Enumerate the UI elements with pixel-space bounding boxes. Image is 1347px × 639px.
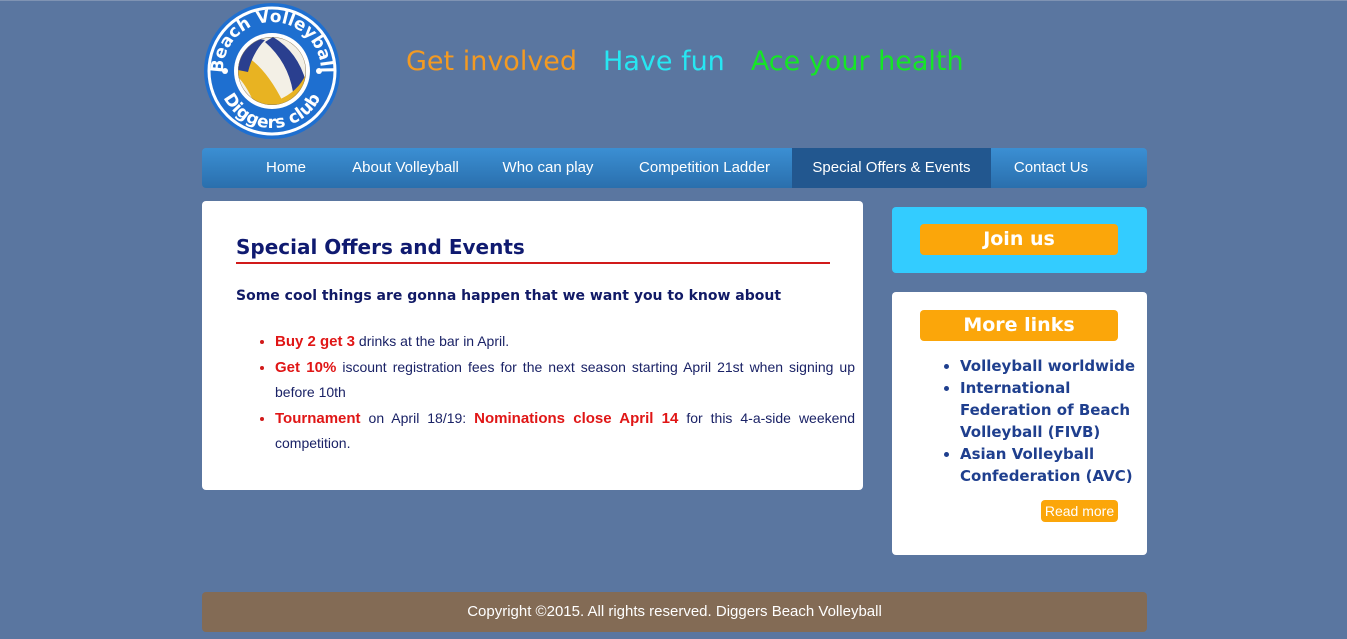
nav-contact-us[interactable]: Contact Us bbox=[1002, 148, 1100, 188]
offer-text: iscount registration fees for the next s… bbox=[275, 358, 855, 401]
more-links-box: More links Volleyball worldwide Internat… bbox=[892, 292, 1147, 555]
slogans: Get involved Have fun Ace your health bbox=[406, 46, 990, 86]
link-avc[interactable]: Asian Volleyball Confederation (AVC) bbox=[960, 443, 1160, 487]
offer-highlight: Get 10% bbox=[275, 358, 337, 376]
offers-list: Buy 2 get 3 drinks at the bar in April. … bbox=[250, 329, 855, 457]
links-list: Volleyball worldwide International Feder… bbox=[940, 355, 1160, 487]
nav-special-offers-events[interactable]: Special Offers & Events bbox=[792, 148, 991, 188]
slogan-have-fun: Have fun bbox=[603, 46, 725, 77]
join-box: Join us bbox=[892, 207, 1147, 273]
main-content-panel: Special Offers and Events Some cool thin… bbox=[202, 201, 863, 490]
link-volleyball-worldwide[interactable]: Volleyball worldwide bbox=[960, 355, 1160, 377]
nav-competition-ladder[interactable]: Competition Ladder bbox=[627, 148, 782, 188]
nav-about-volleyball[interactable]: About Volleyball bbox=[343, 148, 468, 188]
offer-highlight: Buy 2 get 3 bbox=[275, 333, 356, 350]
offer-text: drinks at the bar in April. bbox=[355, 333, 510, 349]
club-logo[interactable]: Beach Volleyball Diggers club bbox=[203, 2, 341, 140]
more-links-heading: More links bbox=[920, 310, 1118, 341]
offer-text: on April 18/19: bbox=[360, 409, 475, 426]
list-item: Tournament on April 18/19: Nominations c… bbox=[275, 406, 855, 457]
page-title: Special Offers and Events bbox=[236, 235, 830, 264]
nav-home[interactable]: Home bbox=[250, 148, 322, 188]
main-nav: Home About Volleyball Who can play Compe… bbox=[202, 148, 1147, 188]
footer: Copyright ©2015. All rights reserved. Di… bbox=[202, 592, 1147, 632]
copyright-text: Copyright ©2015. All rights reserved. Di… bbox=[467, 603, 882, 620]
top-border bbox=[0, 0, 1347, 1]
nav-who-can-play[interactable]: Who can play bbox=[495, 148, 601, 188]
list-item: Buy 2 get 3 drinks at the bar in April. bbox=[275, 329, 855, 355]
list-item: Get 10% iscount registration fees for th… bbox=[275, 355, 855, 406]
offer-highlight: Tournament bbox=[275, 409, 361, 427]
volleyball-logo-icon: Beach Volleyball Diggers club bbox=[204, 3, 340, 139]
link-fivb[interactable]: International Federation of Beach Volley… bbox=[960, 377, 1160, 443]
intro-text: Some cool things are gonna happen that w… bbox=[236, 288, 782, 304]
join-us-button[interactable]: Join us bbox=[920, 224, 1118, 255]
offer-highlight-deadline: Nominations close April 14 bbox=[474, 409, 679, 427]
slogan-ace-health: Ace your health bbox=[750, 46, 964, 77]
slogan-get-involved: Get involved bbox=[406, 46, 578, 77]
read-more-button[interactable]: Read more bbox=[1041, 500, 1118, 522]
